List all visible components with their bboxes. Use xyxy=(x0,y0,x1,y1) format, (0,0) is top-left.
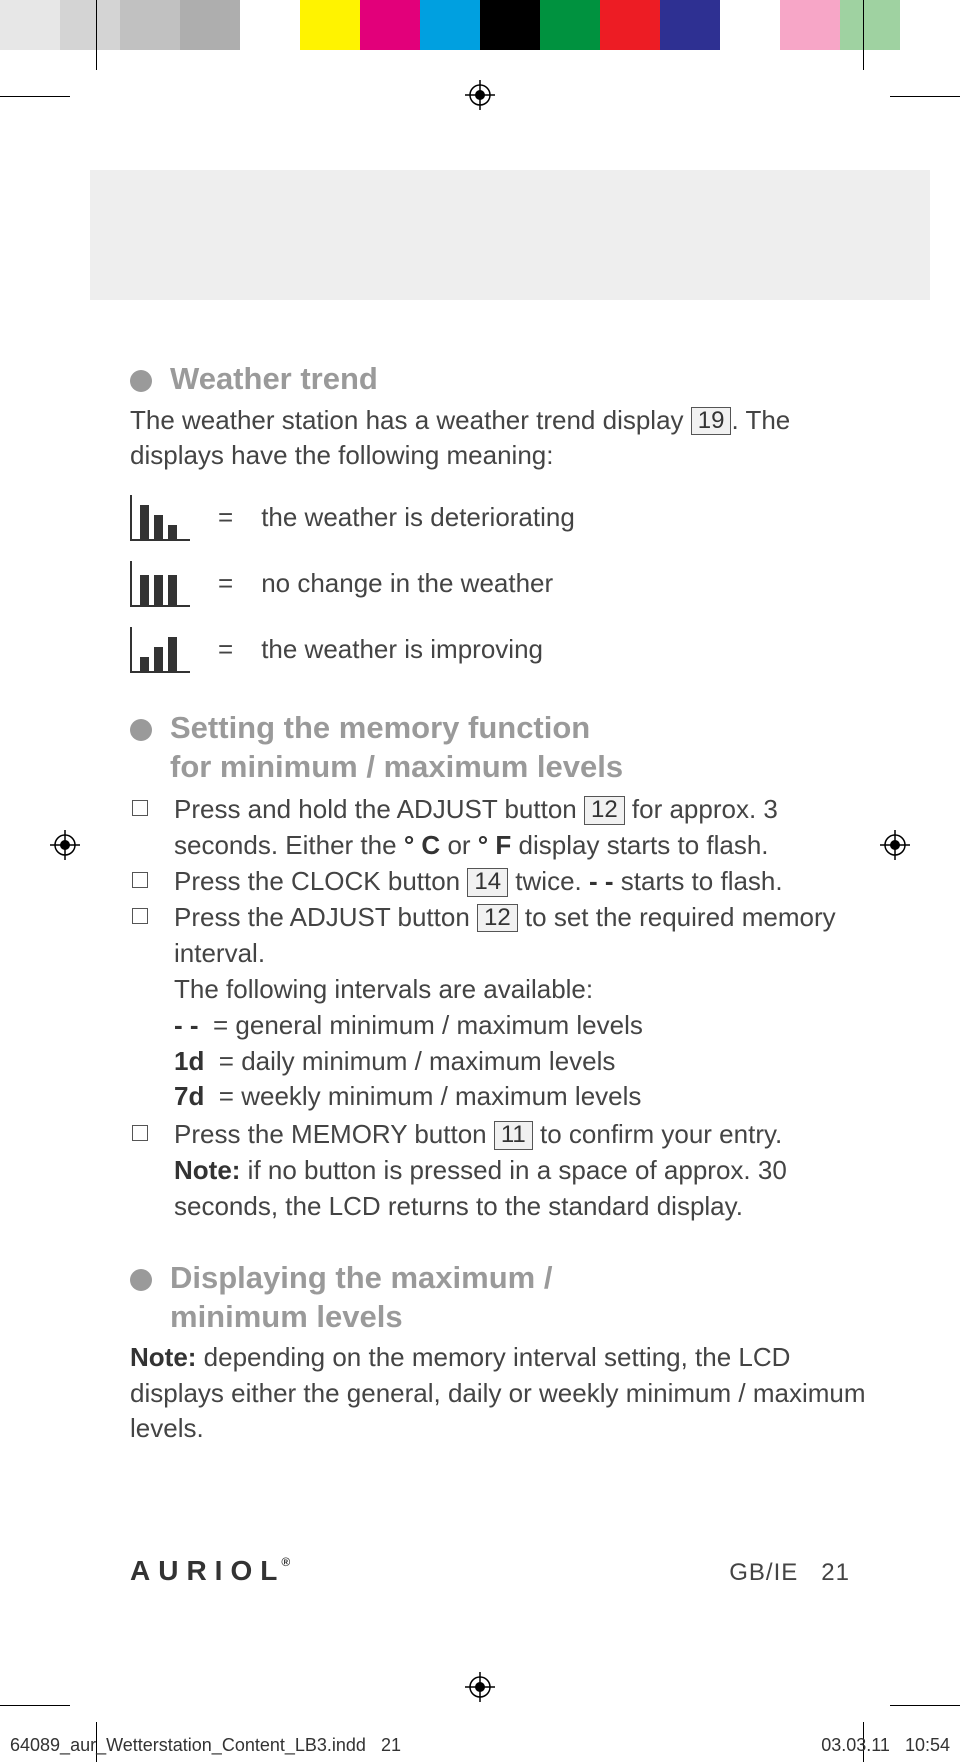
list-item: 1d = daily minimum / maximum levels xyxy=(174,1044,870,1080)
section-title-memory-function: Setting the memory function xyxy=(170,709,623,748)
trend-deteriorating-icon xyxy=(130,495,190,541)
brand-logo: AURIOL® xyxy=(130,1555,290,1587)
bullet-icon xyxy=(130,370,152,392)
steps-list: Press and hold the ADJUST button 12 for … xyxy=(130,792,870,971)
equals-sign: = xyxy=(218,502,233,533)
page-content: Weather trend The weather station has a … xyxy=(130,170,870,1450)
list-item: = no change in the weather xyxy=(130,561,870,607)
list-item: = the weather is improving xyxy=(130,627,870,673)
intervals-lead: The following intervals are available: xyxy=(174,972,870,1008)
registered-mark: ® xyxy=(281,1555,290,1569)
weather-meaning-list: = the weather is deteriorating = no chan… xyxy=(130,495,870,673)
trend-steady-icon xyxy=(130,561,190,607)
crop-mark xyxy=(0,96,70,97)
list-item: Press the MEMORY button 11 to confirm yo… xyxy=(130,1117,870,1153)
steps-list: Press the MEMORY button 11 to confirm yo… xyxy=(130,1117,870,1153)
crop-mark xyxy=(890,1705,960,1706)
equals-sign: = xyxy=(218,634,233,665)
print-color-bar xyxy=(0,0,960,50)
crop-mark xyxy=(96,0,97,70)
locale-code: GB/IE xyxy=(729,1559,798,1586)
imprint-datetime: 03.03.11 10:54 xyxy=(821,1735,950,1756)
list-item: - - = general minimum / maximum levels xyxy=(174,1008,870,1044)
ref-box: 12 xyxy=(477,904,518,932)
note-block: Note: if no button is pressed in a space… xyxy=(130,1153,870,1225)
ref-box: 12 xyxy=(584,796,625,824)
header-band xyxy=(90,170,930,300)
list-item-label: the weather is deteriorating xyxy=(261,502,575,533)
list-item: Press the ADJUST button 12 to set the re… xyxy=(130,900,870,972)
list-item: Press the CLOCK button 14 twice. - - sta… xyxy=(130,864,870,900)
note-label: Note: xyxy=(130,1342,196,1372)
page-number: 21 xyxy=(821,1559,850,1586)
equals-sign: = xyxy=(218,568,233,599)
list-item: Press and hold the ADJUST button 12 for … xyxy=(130,792,870,864)
imprint-filename: 64089_aur_Wetterstation_Content_LB3.indd… xyxy=(10,1735,401,1756)
note-text: depending on the memory interval setting… xyxy=(130,1342,866,1442)
section-title-display-maxmin-line2: minimum levels xyxy=(170,1298,552,1337)
section-title-weather-trend: Weather trend xyxy=(170,360,378,399)
crop-mark xyxy=(890,96,960,97)
list-item-label: no change in the weather xyxy=(261,568,553,599)
crop-mark xyxy=(863,0,864,70)
registration-mark-icon xyxy=(880,830,910,860)
crop-mark xyxy=(0,1705,70,1706)
list-item: 7d = weekly minimum / maximum levels xyxy=(174,1079,870,1115)
note-text: if no button is pressed in a space of ap… xyxy=(174,1155,787,1221)
ref-box: 11 xyxy=(494,1121,533,1149)
bullet-icon xyxy=(130,1269,152,1291)
note-label: Note: xyxy=(174,1155,240,1185)
section3-note: Note: depending on the memory interval s… xyxy=(130,1340,870,1445)
interval-block: The following intervals are available: -… xyxy=(130,972,870,1116)
bullet-icon xyxy=(130,719,152,741)
list-item-label: the weather is improving xyxy=(261,634,543,665)
registration-mark-icon xyxy=(50,830,80,860)
weather-trend-intro: The weather station has a weather trend … xyxy=(130,403,870,473)
ref-box: 14 xyxy=(467,868,508,896)
ref-box: 19 xyxy=(691,407,732,435)
registration-mark-icon xyxy=(465,1672,495,1702)
list-item: = the weather is deteriorating xyxy=(130,495,870,541)
trend-improving-icon xyxy=(130,627,190,673)
section-title-display-maxmin: Displaying the maximum / xyxy=(170,1259,552,1298)
section-title-memory-function-line2: for minimum / maximum levels xyxy=(170,748,623,787)
page-footer-right: GB/IE 21 xyxy=(729,1559,850,1587)
registration-mark-icon xyxy=(465,80,495,110)
